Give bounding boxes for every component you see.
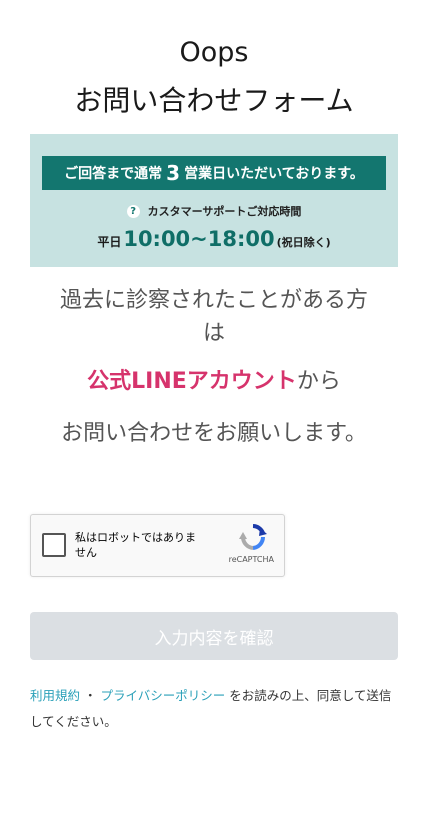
notice-line-1: 過去に診察されたことがある方 [59,288,368,313]
recaptcha-widget: 私はロボットではありません reCAPTCHA [30,514,285,577]
page-title-brand: Oops [179,37,249,68]
reply-time-bar: ご回答まで通常 3 営業日いただいております。 [42,156,386,190]
page-title: お問い合わせフォーム [74,84,354,117]
recaptcha-brand: reCAPTCHA [228,555,274,564]
privacy-policy-link[interactable]: プライバシーポリシー [100,688,225,703]
hours-suffix: (祝日除く) [276,236,331,249]
recaptcha-checkbox[interactable] [42,533,66,557]
notice-line-1b: は [202,321,225,346]
line-account-link[interactable]: 公式LINEアカウント [87,369,297,394]
hours-prefix: 平日 [97,235,122,249]
reply-days: 3 [166,161,181,185]
terms-separator: ・ [80,688,101,703]
recaptcha-logo-icon [239,524,267,550]
terms-link[interactable]: 利用規約 [30,688,80,703]
notice-line-3: お問い合わせをお願いします。 [61,421,367,446]
reply-time-pre: ご回答まで通常 [64,166,163,182]
support-hours-label-row: ? カスタマーサポートご対応時間 [30,202,398,220]
confirm-input-button[interactable]: 入力内容を確認 [30,612,398,660]
recaptcha-label: 私はロボットではありません [75,531,196,559]
notice-line-2: 公式LINEアカウントから [0,366,428,398]
notice-line-2-suffix: から [296,369,341,394]
hours-time: 10:00~18:00 [123,227,275,251]
support-hours: 平日 10:00~18:00 (祝日除く) [30,227,398,255]
support-hours-label: カスタマーサポートご対応時間 [147,205,302,218]
contact-page: Oops お問い合わせフォーム ご回答まで通常 3 営業日いただいております。 … [0,0,428,834]
support-hours-banner: ご回答まで通常 3 営業日いただいております。 ? カスタマーサポートご対応時間… [30,134,398,267]
terms-notice: 利用規約 ・ プライバシーポリシー をお読みの上、同意して送信してください。 [30,683,398,735]
reply-time-post: 営業日いただいております。 [184,166,364,182]
question-icon: ? [126,204,140,218]
